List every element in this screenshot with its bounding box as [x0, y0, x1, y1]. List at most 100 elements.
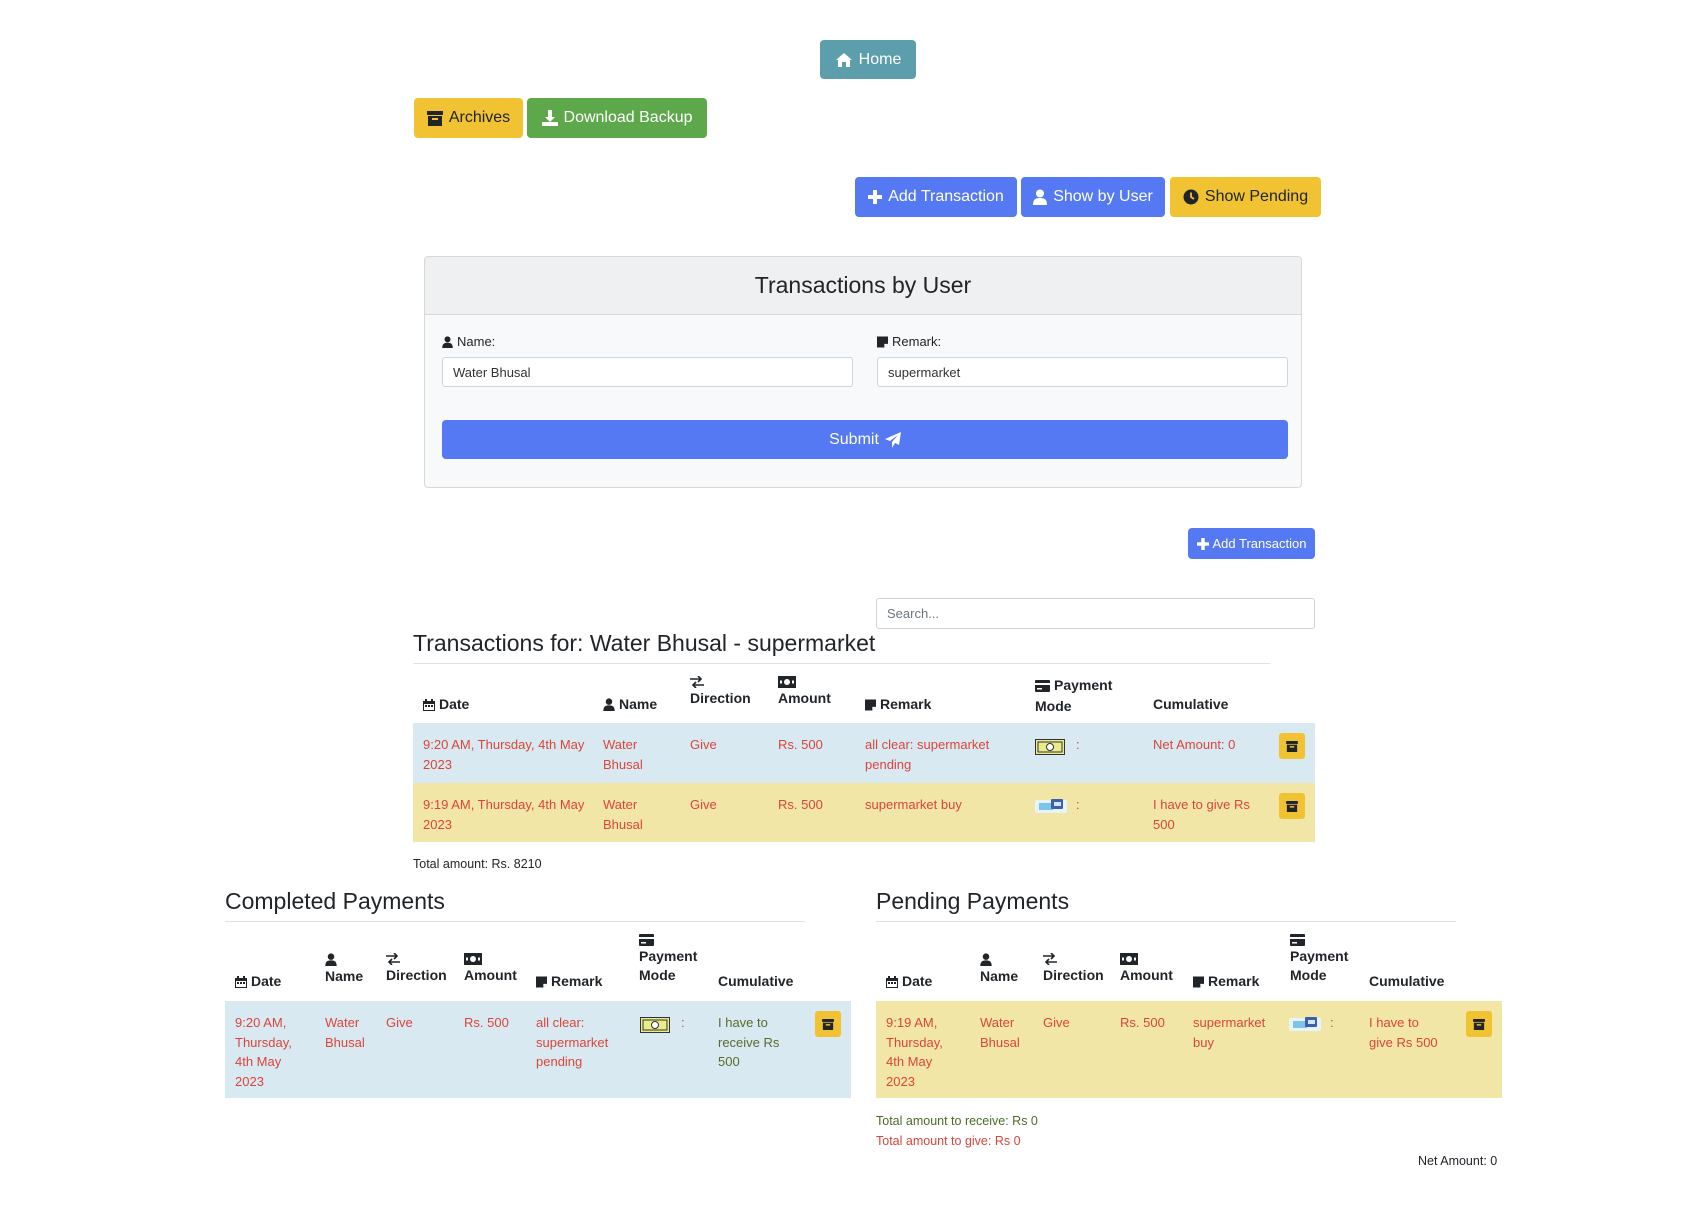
add-transaction-small-button[interactable]: Add Transaction: [1188, 528, 1315, 559]
pending-payments-title: Pending Payments: [876, 888, 1070, 914]
note-icon: [1193, 976, 1204, 987]
archives-label: Archives: [448, 109, 511, 126]
completed-payments-title: Completed Payments: [225, 888, 445, 914]
th-remark: Remark: [536, 972, 602, 993]
user-icon: [980, 953, 992, 966]
remark-input-value: supermarket: [888, 364, 961, 380]
show-by-user-label: Show by User: [1053, 188, 1153, 205]
submit-label: Submit: [829, 430, 879, 448]
total-to-give: Total amount to give: Rs 0: [876, 1134, 1021, 1148]
card-icon: [1035, 799, 1067, 813]
show-by-user-button[interactable]: Show by User: [1021, 177, 1165, 217]
money-icon: [778, 676, 796, 688]
note-icon: [536, 976, 547, 987]
transactions-title-rule: [413, 663, 1270, 664]
cell-remark: supermarket buy: [865, 797, 962, 812]
money-icon: [464, 953, 482, 965]
cell-name: Water Bhusal: [603, 737, 643, 772]
note-icon: [877, 336, 888, 347]
th-name: Name: [980, 953, 1018, 986]
transactions-by-user-card: Transactions by User Name: Water Bhusal …: [424, 256, 1302, 488]
cash-note-icon: [640, 1017, 670, 1033]
th-payment-mode: Payment Mode: [1035, 677, 1113, 714]
th-remark: Remark: [865, 695, 931, 716]
th-payment-mode: Payment Mode: [639, 934, 697, 985]
submit-button[interactable]: Submit: [442, 420, 1288, 459]
th-remark: Remark: [1193, 972, 1259, 993]
archive-row-button[interactable]: [815, 1011, 841, 1037]
cell-cumulative: I have to give Rs 500: [1153, 797, 1250, 832]
archive-row-button[interactable]: [1279, 733, 1305, 759]
show-pending-label: Show Pending: [1204, 188, 1309, 205]
net-amount: Net Amount: 0: [1418, 1154, 1498, 1168]
archives-button[interactable]: Archives: [414, 98, 523, 138]
cell-separator: :: [1076, 737, 1080, 752]
th-name: Name: [325, 953, 363, 986]
cell-separator: :: [1076, 797, 1080, 812]
user-icon: [1033, 189, 1048, 205]
send-icon: [884, 431, 901, 448]
exchange-icon: [690, 676, 704, 688]
user-icon: [603, 698, 615, 711]
search-placeholder: Search...: [887, 606, 940, 621]
name-input-value: Water Bhusal: [453, 364, 531, 380]
user-icon: [325, 953, 337, 966]
cell-date: 9:19 AM, Thursday, 4th May 2023: [886, 1015, 943, 1089]
archive-icon: [822, 1018, 834, 1030]
archive-row-button[interactable]: [1279, 793, 1305, 819]
th-name: Name: [603, 695, 657, 716]
cell-direction: Give: [386, 1015, 413, 1030]
cell-cumulative: I have to give Rs 500: [1369, 1015, 1438, 1050]
th-direction: Direction: [1043, 953, 1104, 985]
note-icon: [865, 699, 876, 710]
cell-name: Water Bhusal: [603, 797, 643, 832]
card-icon: [1289, 1017, 1321, 1031]
cell-remark: supermarket buy: [1193, 1015, 1266, 1050]
download-backup-button[interactable]: Download Backup: [527, 98, 707, 138]
transactions-title: Transactions for: Water Bhusal - superma…: [413, 630, 876, 656]
cell-direction: Give: [690, 797, 717, 812]
add-transaction-small-label: Add Transaction: [1212, 536, 1307, 551]
th-amount: Amount: [1120, 953, 1173, 985]
remark-input[interactable]: supermarket: [877, 357, 1288, 387]
cell-name: Water Bhusal: [325, 1015, 365, 1050]
cell-direction: Give: [1043, 1015, 1070, 1030]
money-icon: [1120, 953, 1138, 965]
calendar-icon: [235, 975, 247, 988]
th-payment-mode: Payment Mode: [1290, 934, 1348, 985]
th-direction: Direction: [386, 953, 447, 985]
name-label: Name:: [442, 334, 495, 349]
th-cumulative: Cumulative: [1369, 973, 1445, 989]
search-input[interactable]: Search...: [876, 598, 1315, 629]
calendar-icon: [886, 975, 898, 988]
cell-separator: :: [1330, 1015, 1334, 1030]
cell-cumulative: I have to receive Rs 500: [718, 1015, 780, 1069]
home-icon: [835, 52, 852, 67]
th-cumulative: Cumulative: [718, 973, 794, 989]
cell-remark: all clear: supermarket pending: [536, 1015, 609, 1069]
download-label: Download Backup: [563, 109, 693, 126]
th-date: Date: [235, 972, 281, 993]
cell-date: 9:19 AM, Thursday, 4th May 2023: [423, 797, 585, 832]
credit-card-icon: [639, 934, 654, 946]
cell-remark: all clear: supermarket pending: [865, 737, 990, 772]
table-row: 9:19 AM, Thursday, 4th May 2023 Water Bh…: [413, 783, 1315, 842]
cell-direction: Give: [690, 737, 717, 752]
th-cumulative: Cumulative: [1153, 696, 1229, 712]
cell-separator: :: [681, 1015, 685, 1030]
show-pending-button[interactable]: Show Pending: [1170, 177, 1321, 217]
credit-card-icon: [1035, 679, 1050, 692]
credit-card-icon: [1290, 934, 1305, 946]
pending-title-rule: [876, 921, 1456, 922]
add-transaction-button[interactable]: Add Transaction: [855, 177, 1017, 217]
cash-note-icon: [1035, 739, 1065, 755]
th-date: Date: [423, 695, 469, 716]
archive-row-button[interactable]: [1466, 1011, 1492, 1037]
archive-icon: [1473, 1018, 1485, 1030]
name-input[interactable]: Water Bhusal: [442, 357, 853, 387]
completed-title-rule: [225, 921, 805, 922]
add-transaction-label: Add Transaction: [888, 188, 1004, 205]
home-button[interactable]: Home: [820, 40, 916, 79]
total-to-receive: Total amount to receive: Rs 0: [876, 1114, 1038, 1128]
exchange-icon: [386, 953, 400, 965]
